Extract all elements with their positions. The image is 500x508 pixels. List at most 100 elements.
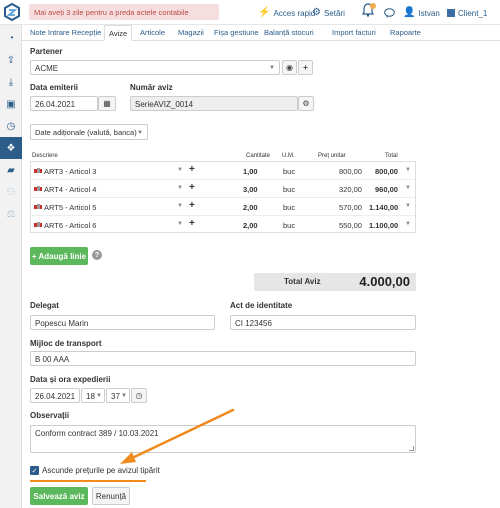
dispatch-minute-select[interactable]: 37 ▼ bbox=[106, 388, 130, 403]
table-row[interactable]: ART6 - Articol 6 ▼ + 2,00 buc 550,00 1.1… bbox=[31, 216, 415, 234]
dispatch-hour-select[interactable]: 18 ▼ bbox=[81, 388, 105, 403]
globe-icon: ◉ bbox=[286, 63, 293, 72]
notice-number-label: Număr aviz bbox=[130, 83, 173, 92]
tab-articole[interactable]: Articole bbox=[136, 25, 169, 41]
row-unit-price[interactable]: 550,00 bbox=[339, 221, 362, 230]
row-quantity[interactable]: 3,00 bbox=[243, 185, 258, 194]
lightning-icon: ⚡ bbox=[258, 7, 271, 18]
user-menu[interactable]: 👤 Istvan bbox=[403, 6, 440, 20]
row-unit: buc bbox=[283, 167, 296, 176]
issue-date-input[interactable]: 26.04.2021 bbox=[30, 96, 98, 111]
tab-fisa-gestiune[interactable]: Fișa gestiune bbox=[210, 25, 263, 41]
sidebar-item-download[interactable]: ⤓ bbox=[0, 71, 22, 93]
row-unit-price[interactable]: 570,00 bbox=[339, 203, 362, 212]
deadline-notice[interactable]: Mai aveți 3 zile pentru a preda actele c… bbox=[29, 4, 219, 20]
sidebar-item-clock[interactable]: ◷ bbox=[0, 115, 22, 137]
row-quantity[interactable]: 2,00 bbox=[243, 221, 258, 230]
row-total: 1.100,00 bbox=[369, 221, 399, 230]
messages-button[interactable] bbox=[384, 6, 395, 20]
chevron-down-icon: ▼ bbox=[121, 393, 127, 399]
table-row[interactable]: ART5 - Articol 5 ▼ + 2,00 buc 570,00 1.1… bbox=[31, 198, 415, 216]
sidebar-item-money[interactable]: ▣ bbox=[0, 93, 22, 115]
id-act-label: Act de identitate bbox=[230, 301, 293, 310]
row-description[interactable]: ART6 - Articol 6 bbox=[44, 221, 96, 230]
row-menu-chevron-icon[interactable]: ▼ bbox=[405, 203, 411, 209]
tab-balanta-stocuri[interactable]: Balanță stocuri bbox=[260, 25, 318, 41]
table-row[interactable]: ART3 - Articol 3 ▼ + 1,00 buc 800,00 800… bbox=[31, 162, 415, 180]
items-table: ART3 - Articol 3 ▼ + 1,00 buc 800,00 800… bbox=[30, 161, 416, 233]
row-quantity[interactable]: 1,00 bbox=[243, 167, 258, 176]
transport-label: Mijloc de transport bbox=[30, 339, 102, 348]
partner-select[interactable]: ACME ▼ bbox=[30, 60, 280, 75]
row-unit-price[interactable]: 800,00 bbox=[339, 167, 362, 176]
chevron-down-icon[interactable]: ▼ bbox=[177, 203, 183, 209]
tab-rapoarte[interactable]: Rapoarte bbox=[386, 25, 425, 41]
row-menu-chevron-icon[interactable]: ▼ bbox=[405, 221, 411, 227]
row-add-button[interactable]: + bbox=[189, 182, 195, 193]
notification-dot bbox=[370, 3, 376, 9]
row-description[interactable]: ART5 - Articol 5 bbox=[44, 203, 96, 212]
balance-scale-icon: ⚖ bbox=[6, 208, 16, 220]
row-description[interactable]: ART4 - Articol 4 bbox=[44, 185, 96, 194]
client-menu[interactable]: Client_1 bbox=[447, 6, 487, 20]
row-menu-chevron-icon[interactable]: ▼ bbox=[405, 167, 411, 173]
sidebar-item-dashboard[interactable]: ◔ bbox=[0, 27, 22, 49]
sidebar-item-briefcase[interactable]: ▰ bbox=[0, 159, 22, 181]
observations-label: Observații bbox=[30, 411, 70, 420]
total-box: Total Aviz 4.000,00 bbox=[254, 273, 416, 291]
col-header-unit: U.M. bbox=[282, 153, 295, 159]
row-unit-price[interactable]: 320,00 bbox=[339, 185, 362, 194]
add-line-button[interactable]: + Adaugă linie bbox=[30, 247, 88, 265]
row-add-button[interactable]: + bbox=[189, 200, 195, 211]
observations-textarea[interactable]: Conform contract 389 / 10.03.2021 bbox=[30, 425, 416, 453]
highlight-underline bbox=[30, 480, 146, 482]
user-icon: 👤 bbox=[403, 7, 416, 18]
dispatch-time-button[interactable]: ◷ bbox=[131, 388, 147, 403]
gear-icon: ⚙ bbox=[312, 7, 321, 18]
delegate-input[interactable]: Popescu Marin bbox=[30, 315, 215, 330]
row-add-button[interactable]: + bbox=[189, 218, 195, 229]
save-button[interactable]: Salvează aviz bbox=[30, 487, 88, 505]
settings-link[interactable]: ⚙ Setări bbox=[312, 6, 345, 20]
partner-add-button[interactable]: + bbox=[298, 60, 313, 75]
plus-icon: + bbox=[303, 63, 308, 72]
app-logo-icon[interactable] bbox=[3, 3, 21, 21]
cancel-button[interactable]: Renunță bbox=[92, 487, 130, 505]
users-icon: ⚇ bbox=[6, 186, 16, 198]
chevron-down-icon[interactable]: ▼ bbox=[177, 221, 183, 227]
product-tag-icon bbox=[34, 168, 42, 173]
notice-number-input[interactable]: SerieAVIZ_0014 bbox=[130, 96, 298, 111]
partner-globe-button[interactable]: ◉ bbox=[282, 60, 297, 75]
row-quantity[interactable]: 2,00 bbox=[243, 203, 258, 212]
tab-magazii[interactable]: Magazii bbox=[174, 25, 208, 41]
transport-input[interactable]: B 00 AAA bbox=[30, 351, 416, 366]
tab-import-facturi[interactable]: Import facturi bbox=[328, 25, 380, 41]
row-description[interactable]: ART3 - Articol 3 bbox=[44, 167, 96, 176]
quick-access-link[interactable]: ⚡ Acces rapid bbox=[258, 6, 315, 20]
tab-note-intrare[interactable]: Note Intrare Recepție bbox=[26, 25, 105, 41]
hide-prices-checkbox[interactable]: ✓ bbox=[30, 466, 39, 475]
resize-handle-icon[interactable] bbox=[409, 446, 414, 451]
notice-number-settings-button[interactable]: ⚙ bbox=[298, 96, 314, 111]
dispatch-hour-value: 18 bbox=[86, 392, 95, 401]
calendar-button[interactable]: ▦ bbox=[98, 96, 116, 111]
row-menu-chevron-icon[interactable]: ▼ bbox=[405, 185, 411, 191]
help-icon[interactable]: ? bbox=[92, 250, 102, 260]
sidebar-item-inventory[interactable]: ❖ bbox=[0, 137, 22, 159]
hide-prices-label[interactable]: Ascunde prețurile pe avizul tipărit bbox=[42, 466, 160, 475]
dispatch-date-input[interactable]: 26.04.2021 bbox=[30, 388, 80, 403]
additional-data-dropdown[interactable]: Date adiționale (valută, banca) ▼ bbox=[30, 124, 148, 140]
sidebar-item-upload[interactable]: ⇪ bbox=[0, 49, 22, 71]
table-row[interactable]: ART4 - Articol 4 ▼ + 3,00 buc 320,00 960… bbox=[31, 180, 415, 198]
tab-avize[interactable]: Avize bbox=[104, 25, 133, 41]
notifications-button[interactable] bbox=[362, 3, 376, 19]
chevron-down-icon[interactable]: ▼ bbox=[177, 185, 183, 191]
chevron-down-icon[interactable]: ▼ bbox=[177, 167, 183, 173]
id-act-input[interactable]: CI 123456 bbox=[230, 315, 416, 330]
sidebar-item-balance[interactable]: ⚖ bbox=[0, 203, 22, 225]
row-add-button[interactable]: + bbox=[189, 164, 195, 175]
sidebar-item-users[interactable]: ⚇ bbox=[0, 181, 22, 203]
issue-date-label: Data emiterii bbox=[30, 83, 79, 92]
product-tag-icon bbox=[34, 204, 42, 209]
chevron-down-icon: ▼ bbox=[96, 393, 102, 399]
